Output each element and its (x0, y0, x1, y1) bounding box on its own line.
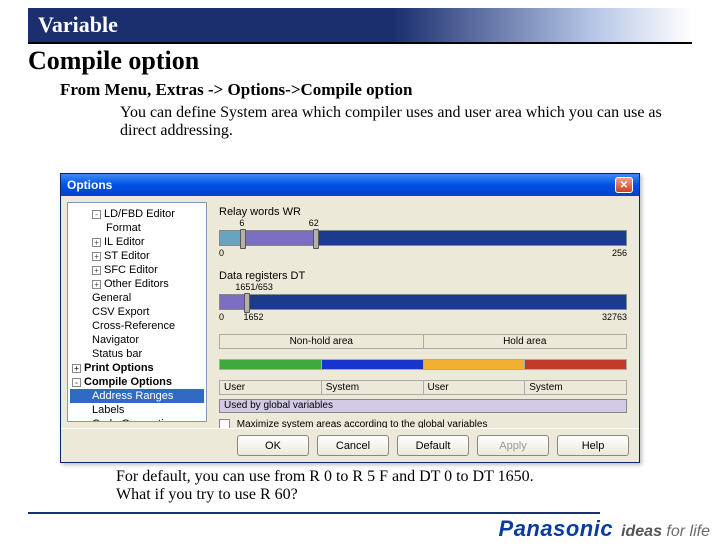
menu-path: From Menu, Extras -> Options->Compile op… (60, 80, 720, 100)
titlebar[interactable]: Options ✕ (61, 174, 639, 196)
tree-item[interactable]: +ST Editor (70, 249, 204, 263)
options-dialog: Options ✕ -LD/FBD EditorFormat+IL Editor… (60, 173, 640, 463)
expand-icon[interactable]: + (92, 266, 101, 275)
tree-item-label: Format (106, 222, 141, 234)
legend-label: User (220, 381, 322, 395)
dt-ticks-top: 1651/653 (219, 284, 627, 294)
tree-item[interactable]: Labels (70, 403, 204, 417)
divider (28, 512, 600, 514)
legend-col: Non-hold area (220, 335, 424, 349)
relay-ticks-bottom: 0 256 (219, 250, 627, 260)
collapse-icon[interactable]: - (92, 210, 101, 219)
page-title: Compile option (28, 46, 692, 76)
tree-item[interactable]: General (70, 291, 204, 305)
tick-value: 1652 (243, 312, 263, 322)
tick-value: 1651/653 (235, 282, 273, 292)
legend-label: System (525, 381, 627, 395)
collapse-icon[interactable]: - (72, 378, 81, 387)
tree-item-label: Status bar (92, 348, 142, 360)
tree-item[interactable]: Navigator (70, 333, 204, 347)
footer-line: For default, you can use from R 0 to R 5… (116, 468, 534, 486)
slide-header: Variable (28, 8, 692, 44)
tree-item-label: General (92, 292, 131, 304)
cancel-button[interactable]: Cancel (317, 435, 389, 456)
tree-item[interactable]: Address Ranges (70, 389, 204, 403)
tree-item-label: Cross-Reference (92, 320, 175, 332)
expand-icon[interactable]: + (92, 238, 101, 247)
tree-item-label: ST Editor (104, 250, 150, 262)
tree-item-label: Print Options (84, 362, 154, 374)
tree-item[interactable]: -LD/FBD Editor (70, 207, 204, 221)
slider-handle-icon[interactable] (244, 293, 250, 313)
tree-item[interactable]: -Compile Options (70, 375, 204, 389)
header-title: Variable (38, 12, 118, 37)
tick-value: 0 (219, 248, 224, 258)
brand-logo: Panasonic ideas for life (499, 516, 710, 542)
tree-item[interactable]: +Print Options (70, 361, 204, 375)
tick-value: 6 (239, 218, 244, 228)
tree-item-label: Compile Options (84, 376, 172, 388)
tree-item-label: LD/FBD Editor (104, 208, 175, 220)
data-registers-label: Data registers DT (219, 270, 627, 282)
legend-label: System (322, 381, 424, 395)
tree-item[interactable]: Cross-Reference (70, 319, 204, 333)
dialog-button-bar: OK Cancel Default Apply Help (61, 428, 639, 462)
apply-button[interactable]: Apply (477, 435, 549, 456)
legend-col: Hold area (424, 335, 628, 349)
tick-value: 256 (612, 248, 627, 258)
tree-item-label: IL Editor (104, 236, 145, 248)
options-tree[interactable]: -LD/FBD EditorFormat+IL Editor+ST Editor… (67, 202, 207, 422)
tree-item[interactable]: CSV Export (70, 305, 204, 319)
legend-label: User (424, 381, 526, 395)
tree-item[interactable]: Status bar (70, 347, 204, 361)
dt-ticks-bottom: 0 1652 32763 (219, 314, 627, 324)
legend-color-row (219, 359, 627, 370)
tick-value: 62 (309, 218, 319, 228)
ok-button[interactable]: OK (237, 435, 309, 456)
description: You can define System area which compile… (120, 104, 680, 141)
tree-item-label: Address Ranges (92, 390, 173, 402)
legend-used-row: Used by global variables (219, 399, 627, 413)
tree-item[interactable]: +SFC Editor (70, 263, 204, 277)
tick-value: 32763 (602, 312, 627, 322)
tree-item-label: Code Generation (92, 418, 176, 422)
tree-item[interactable]: Format (70, 221, 204, 235)
dialog-title: Options (67, 178, 112, 192)
relay-range-bar[interactable] (219, 230, 627, 246)
legend-swatch (220, 360, 322, 370)
tree-item-label: Navigator (92, 334, 139, 346)
relay-ticks-top: 6 62 (219, 220, 627, 230)
help-button[interactable]: Help (557, 435, 629, 456)
tree-item-label: SFC Editor (104, 264, 158, 276)
tree-item[interactable]: Code Generation (70, 417, 204, 422)
tree-item[interactable]: +IL Editor (70, 235, 204, 249)
dt-range-bar[interactable] (219, 294, 627, 310)
legend-header-row: Non-hold area Hold area (219, 334, 627, 349)
legend-label-row: User System User System (219, 380, 627, 395)
expand-icon[interactable]: + (92, 252, 101, 261)
footer-text: For default, you can use from R 0 to R 5… (116, 468, 534, 505)
brand-tagline: ideas for life (621, 523, 710, 541)
tree-item-label: Other Editors (104, 278, 169, 290)
legend-swatch (424, 360, 526, 370)
expand-icon[interactable]: + (92, 280, 101, 289)
footer-line: What if you try to use R 60? (116, 486, 534, 504)
tree-item-label: CSV Export (92, 306, 149, 318)
relay-words-label: Relay words WR (219, 206, 627, 218)
tick-value: 0 (219, 312, 224, 322)
legend-swatch (525, 360, 627, 370)
brand-name: Panasonic (499, 516, 614, 542)
slider-handle-icon[interactable] (240, 229, 246, 249)
tree-item[interactable]: +Other Editors (70, 277, 204, 291)
tree-item-label: Labels (92, 404, 124, 416)
expand-icon[interactable]: + (72, 364, 81, 373)
legend-swatch (322, 360, 424, 370)
close-icon[interactable]: ✕ (615, 177, 633, 193)
default-button[interactable]: Default (397, 435, 469, 456)
address-ranges-panel: Relay words WR 6 62 0 256 Data registers… (213, 202, 633, 422)
slider-handle-icon[interactable] (313, 229, 319, 249)
